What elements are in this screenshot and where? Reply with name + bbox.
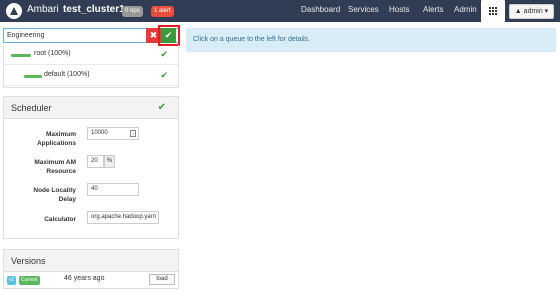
max-applications-label: Maximum Applications bbox=[36, 131, 76, 147]
calculator-label: Calculator bbox=[44, 216, 76, 223]
info-message: Click on a queue to the left for details… bbox=[186, 28, 556, 52]
scheduler-title: Scheduler bbox=[11, 103, 52, 113]
versions-panel: Versions v1 Current 46 years ago load bbox=[3, 249, 179, 289]
brand-name[interactable]: Ambari bbox=[27, 4, 59, 15]
version-row: v1 Current 46 years ago load bbox=[4, 272, 178, 288]
node-locality-label: Node Locality Delay bbox=[33, 187, 76, 203]
queue-row-root[interactable]: root (100%) ✔ bbox=[4, 45, 178, 65]
current-tag: Current bbox=[19, 276, 40, 285]
apps-grid-button[interactable] bbox=[481, 0, 505, 22]
ops-badge[interactable]: 0 ops bbox=[122, 6, 143, 17]
queue-row-default[interactable]: default (100%) ✔ bbox=[4, 66, 178, 86]
check-icon: ✔ bbox=[160, 49, 168, 59]
top-navbar: Ambari test_cluster1 0 ops 1 alert Dashb… bbox=[0, 0, 560, 22]
cluster-name[interactable]: test_cluster1 bbox=[63, 4, 125, 15]
versions-title: Versions bbox=[11, 256, 46, 266]
scheduler-panel: Scheduler ✔ Maximum Applications 10000 ↕… bbox=[3, 96, 179, 239]
check-icon: ✔ bbox=[157, 102, 166, 113]
nav-hosts[interactable]: Hosts bbox=[389, 5, 409, 14]
confirm-queue-button[interactable]: ✔ bbox=[161, 28, 176, 43]
node-locality-input[interactable]: 40 bbox=[87, 183, 139, 196]
calculator-input[interactable]: org.apache.hadoop.yarn bbox=[87, 211, 159, 224]
alert-badge[interactable]: 1 alert bbox=[151, 6, 174, 17]
capacity-bar bbox=[24, 75, 42, 78]
version-tag: v1 bbox=[7, 276, 17, 285]
check-icon: ✔ bbox=[160, 70, 168, 80]
ambari-logo-icon[interactable] bbox=[6, 3, 22, 19]
percent-addon: % bbox=[104, 155, 115, 168]
nav-services[interactable]: Services bbox=[348, 5, 379, 14]
max-am-resource-label: Maximum AM Resource bbox=[34, 159, 76, 175]
nav-alerts[interactable]: Alerts bbox=[423, 5, 443, 14]
load-version-button[interactable]: load bbox=[149, 274, 175, 285]
user-menu-button[interactable]: ▲ admin ▾ bbox=[509, 4, 554, 19]
max-am-resource-input[interactable]: 20 bbox=[87, 155, 104, 168]
max-applications-input[interactable]: 10000 ↕ bbox=[87, 127, 139, 140]
capacity-bar bbox=[11, 54, 31, 57]
queue-label: default (100%) bbox=[44, 71, 90, 78]
scheduler-header: Scheduler ✔ bbox=[4, 97, 178, 119]
versions-header: Versions bbox=[4, 250, 178, 272]
queue-tree: root (100%) ✔ default (100%) ✔ bbox=[3, 45, 179, 88]
version-time: 46 years ago bbox=[64, 275, 105, 282]
nav-dashboard[interactable]: Dashboard bbox=[301, 5, 340, 14]
stepper-icon[interactable]: ↕ bbox=[130, 130, 136, 137]
queue-label: root (100%) bbox=[34, 50, 71, 57]
nav-admin[interactable]: Admin bbox=[454, 5, 477, 14]
